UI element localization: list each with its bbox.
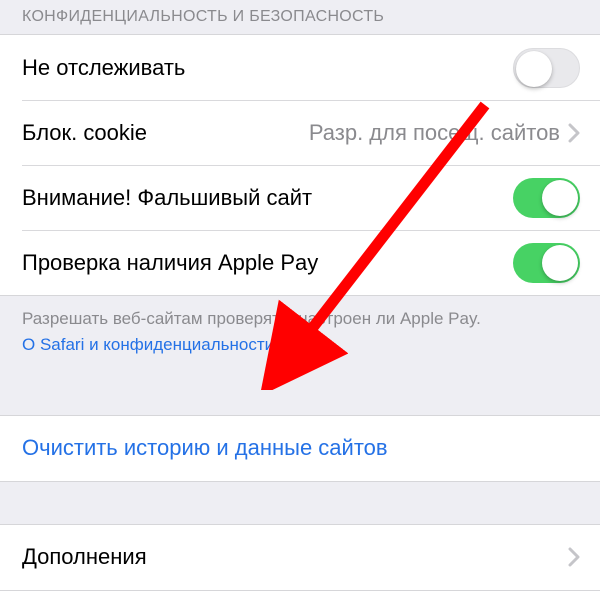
row-value: Разр. для посещ. сайтов	[309, 120, 560, 146]
chevron-right-icon	[568, 547, 580, 567]
toggle-fraud-warning[interactable]	[513, 178, 580, 218]
link-about-safari-privacy[interactable]: О Safari и конфиденциальности…	[0, 335, 600, 373]
extensions-group: Дополнения	[0, 524, 600, 591]
toggle-knob	[516, 51, 552, 87]
toggle-do-not-track[interactable]	[513, 48, 580, 88]
footer-text-apple-pay: Разрешать веб-сайтам проверять, настроен…	[0, 296, 600, 335]
row-label: Блок. cookie	[22, 120, 147, 146]
chevron-right-icon	[568, 123, 580, 143]
row-do-not-track[interactable]: Не отслеживать	[0, 35, 600, 100]
action-label: Очистить историю и данные сайтов	[22, 435, 388, 461]
row-label: Не отслеживать	[22, 55, 185, 81]
row-label: Дополнения	[22, 544, 147, 570]
clear-group: Очистить историю и данные сайтов	[0, 415, 600, 482]
row-apple-pay-check[interactable]: Проверка наличия Apple Pay	[0, 230, 600, 295]
row-extensions[interactable]: Дополнения	[0, 525, 600, 590]
clear-history-button[interactable]: Очистить историю и данные сайтов	[0, 416, 600, 481]
toggle-apple-pay-check[interactable]	[513, 243, 580, 283]
privacy-group: Не отслеживать Блок. cookie Разр. для по…	[0, 34, 600, 296]
row-label: Внимание! Фальшивый сайт	[22, 185, 312, 211]
toggle-knob	[542, 245, 578, 281]
row-block-cookies[interactable]: Блок. cookie Разр. для посещ. сайтов	[0, 100, 600, 165]
toggle-knob	[542, 180, 578, 216]
section-header-privacy: КОНФИДЕНЦИАЛЬНОСТЬ И БЕЗОПАСНОСТЬ	[0, 0, 600, 34]
row-label: Проверка наличия Apple Pay	[22, 250, 318, 276]
row-fraud-warning[interactable]: Внимание! Фальшивый сайт	[0, 165, 600, 230]
